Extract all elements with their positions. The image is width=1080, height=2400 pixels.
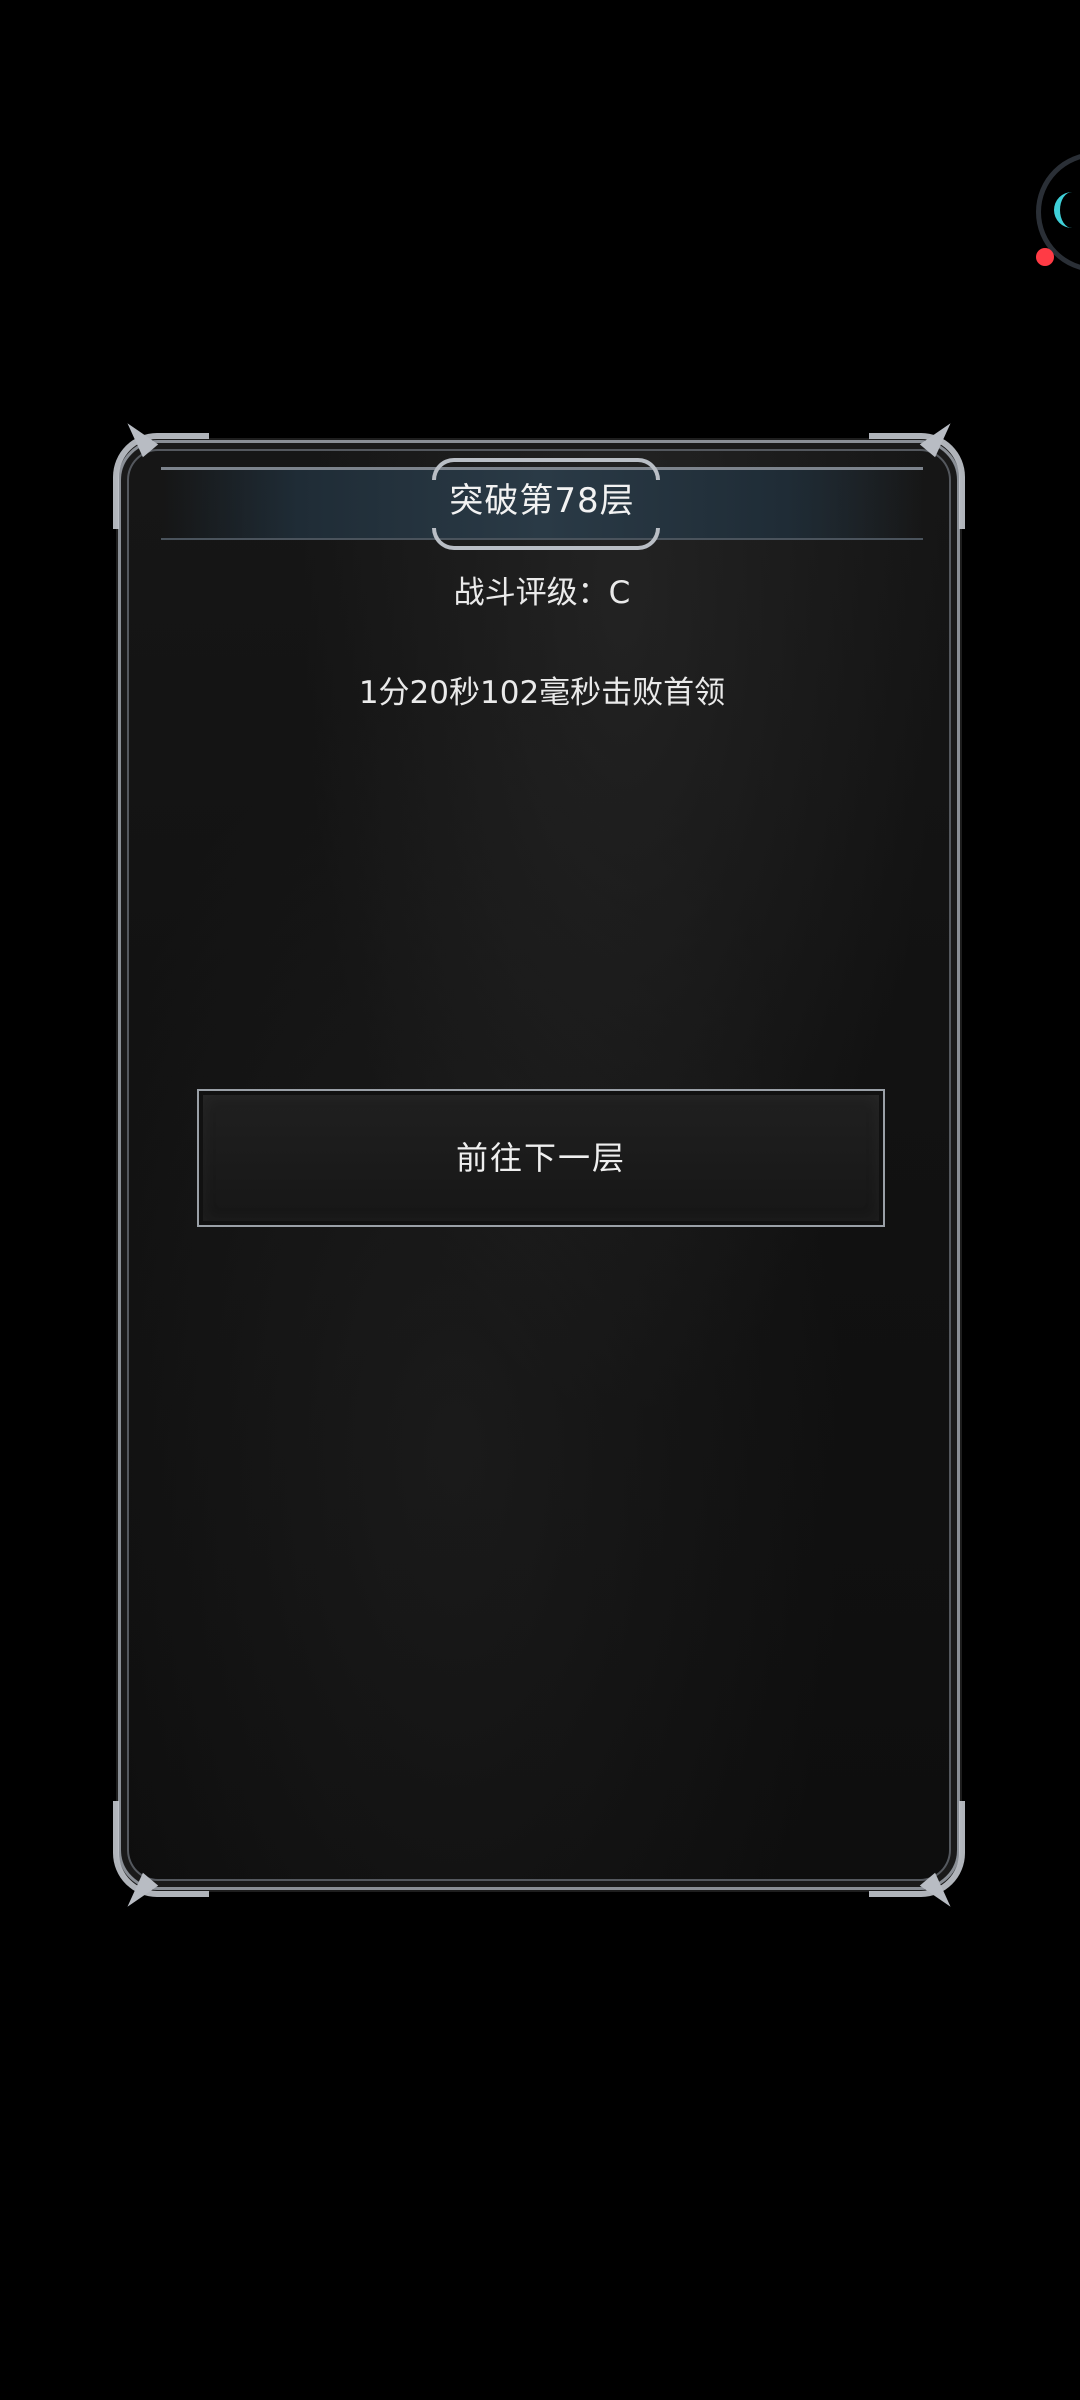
result-dialog: 突破第78层 战斗评级：C 1分20秒102毫秒击败首领 前往下一层 <box>113 416 965 1914</box>
clear-time: 1分20秒102毫秒击败首领 <box>358 675 726 711</box>
next-floor-button-label: 前往下一层 <box>455 1139 626 1177</box>
battle-rating: 战斗评级：C <box>453 575 631 611</box>
next-floor-button[interactable]: 前往下一层 <box>197 1089 885 1227</box>
frame-corner-ornament-icon <box>113 1801 209 1897</box>
floating-assistant-icon[interactable] <box>1036 152 1080 282</box>
game-screen: 突破第78层 战斗评级：C 1分20秒102毫秒击败首领 前往下一层 <box>0 0 1080 2400</box>
frame-corner-ornament-icon <box>869 1801 965 1897</box>
dialog-title: 突破第78层 <box>449 481 635 521</box>
notification-dot-icon <box>1036 248 1054 266</box>
